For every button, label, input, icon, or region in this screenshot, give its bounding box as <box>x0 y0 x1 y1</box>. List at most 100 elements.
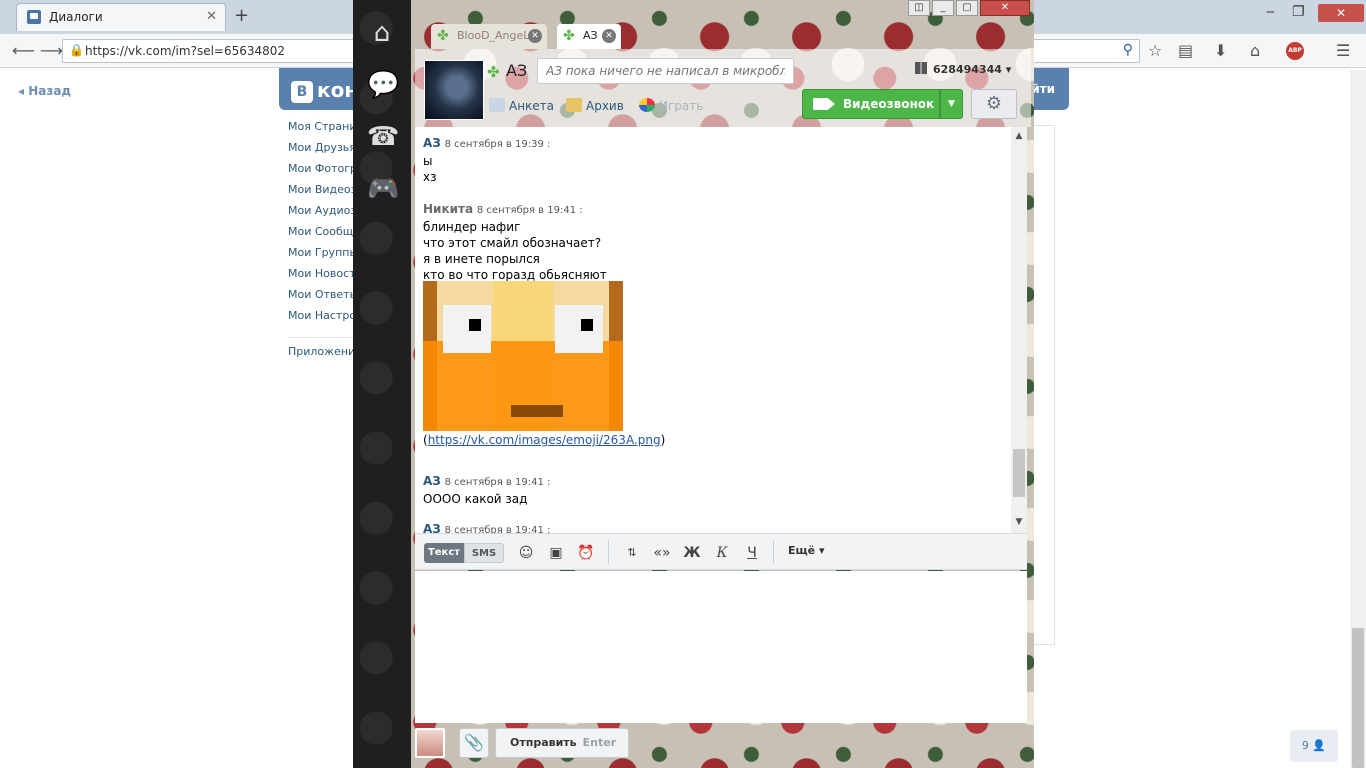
tv-sticker-icon[interactable]: ▣ <box>545 543 567 563</box>
compose-toolbar: Текст SMS ☺ ▣ ⏰ ⇅ «» Ж К Ч Ещё ▾ <box>415 533 1027 570</box>
page-scroll-thumb[interactable] <box>1352 628 1364 768</box>
message: АЗ 8 сентября в 19:41 : ОООО какой зад <box>423 473 550 507</box>
message-line: хз <box>423 170 437 184</box>
back-arrow-icon[interactable]: ⟵ <box>12 41 35 60</box>
more-dropdown-button[interactable]: Ещё ▾ <box>788 544 825 557</box>
close-icon[interactable]: ✕ <box>980 0 1030 16</box>
page-scrollbar[interactable] <box>1350 70 1366 768</box>
profile-link[interactable]: Анкета <box>489 98 554 113</box>
messenger-side-panel: ⌂ 💬 ☎ 🎮 <box>353 0 411 768</box>
message: АЗ 8 сентября в 19:41 : <box>423 521 550 533</box>
contact-name: АЗ <box>506 61 528 80</box>
message-line: блиндер нафиг <box>423 220 521 234</box>
message-author[interactable]: АЗ <box>423 136 441 150</box>
download-icon[interactable]: ⬇ <box>1214 41 1227 60</box>
send-button[interactable]: Отправить Enter <box>495 728 629 758</box>
tab-close-icon[interactable]: ✕ <box>528 29 542 43</box>
conversation-tab-az[interactable]: ✤ АЗ ✕ <box>557 24 621 49</box>
address-url[interactable]: https://vk.com/im?sel=65634802 <box>85 44 285 58</box>
minimize-icon[interactable]: _ <box>932 0 954 16</box>
message-time: 8 сентября в 19:41 : <box>444 477 551 488</box>
message-author[interactable]: АЗ <box>423 522 441 533</box>
videocall-dropdown-button[interactable]: ▼ <box>940 89 963 119</box>
browser-tab[interactable]: Диалоги ✕ <box>16 3 226 31</box>
settings-gear-button[interactable]: ⚙ <box>971 89 1017 119</box>
emoji-eye <box>555 305 603 353</box>
message-line: что этот смайл обозначает? <box>423 236 602 250</box>
message: АЗ 8 сентября в 19:39 : ы хз <box>423 135 550 185</box>
minimize-icon[interactable]: ‒ <box>1266 4 1275 20</box>
underline-button[interactable]: Ч <box>741 543 763 563</box>
vk-back-link[interactable]: ◂ Назад <box>18 84 71 98</box>
smiley-icon[interactable]: ☺ <box>515 543 537 563</box>
bookmark-star-icon[interactable]: ☆ <box>1148 41 1162 60</box>
camera-icon <box>813 98 835 110</box>
online-clover-icon: ✤ <box>487 63 500 81</box>
windows-icon <box>915 62 927 74</box>
new-tab-button[interactable]: + <box>234 5 249 26</box>
gamepad-icon[interactable]: 🎮 <box>367 174 399 204</box>
phone-icon[interactable]: ☎ <box>367 122 399 152</box>
bold-button[interactable]: Ж <box>681 543 703 563</box>
italic-button[interactable]: К <box>711 543 733 563</box>
translit-icon[interactable]: ⇅ <box>621 543 643 563</box>
alarm-clock-icon[interactable]: ⏰ <box>575 543 597 563</box>
message-log-scroll-thumb[interactable] <box>1013 449 1025 497</box>
conversation-tab-blood-angel[interactable]: ✤ BlooD_AngeL ✕ <box>431 24 547 49</box>
lock-icon: 🔒 <box>69 43 84 57</box>
own-avatar[interactable] <box>415 728 445 758</box>
reading-list-icon[interactable]: ▤ <box>1178 41 1193 60</box>
message-line: ы <box>423 154 433 168</box>
message-author[interactable]: АЗ <box>423 474 441 488</box>
mode-text-button[interactable]: Текст <box>424 543 464 563</box>
message-input[interactable] <box>415 571 1027 723</box>
vk-favicon-icon <box>27 10 41 24</box>
browser-tab-title: Диалоги <box>49 10 103 24</box>
quotes-button[interactable]: «» <box>651 543 673 563</box>
message-line: ОООО какой зад <box>423 492 528 506</box>
videocall-button[interactable]: Видеозвонок <box>802 89 940 119</box>
message-line: я в инете порылся <box>423 252 540 266</box>
home-star-icon[interactable]: ⌂ <box>367 18 397 48</box>
contact-uin[interactable]: 628494344 ▾ <box>915 62 1011 76</box>
mode-sms-button[interactable]: SMS <box>464 543 504 563</box>
forward-arrow-icon[interactable]: ⟶ <box>40 41 63 60</box>
message-author[interactable]: Никита <box>423 202 473 216</box>
emoji-url-link[interactable]: https://vk.com/images/emoji/263A.png <box>428 433 661 447</box>
restore-icon[interactable]: ❐ <box>1292 4 1305 20</box>
games-ball-icon <box>639 98 655 112</box>
search-icon[interactable]: ⚲ <box>1123 42 1133 58</box>
browser-tab-close-icon[interactable]: ✕ <box>206 9 217 24</box>
contact-avatar[interactable] <box>424 60 484 120</box>
microblog-status-field[interactable] <box>537 58 794 84</box>
scroll-down-icon[interactable]: ▼ <box>1011 517 1027 531</box>
vk-logo[interactable]: Вкон <box>291 78 358 103</box>
games-link[interactable]: Играть <box>639 98 703 113</box>
scroll-up-icon[interactable]: ▲ <box>1011 131 1027 145</box>
emoji-pupil <box>581 319 593 331</box>
home-icon[interactable]: ⌂ <box>1250 41 1260 60</box>
online-friends-badge[interactable]: 9 👤 <box>1290 730 1338 762</box>
browser-window-controls: ‒ ❐ ✕ <box>1260 2 1366 30</box>
tab-close-icon[interactable]: ✕ <box>602 29 616 43</box>
archive-link[interactable]: Архив <box>566 98 624 113</box>
vk-exit-link[interactable]: йти <box>1031 82 1055 96</box>
compact-view-icon[interactable]: ◫ <box>908 0 930 16</box>
adblock-icon[interactable]: ABP <box>1286 42 1304 60</box>
maximize-icon[interactable]: ▢ <box>956 0 978 16</box>
profile-card-icon <box>489 98 505 112</box>
toolbar-divider <box>608 540 609 564</box>
archive-icon <box>566 98 582 112</box>
message: Никита 8 сентября в 19:41 : блиндер нафи… <box>423 201 607 283</box>
smiley-emoji-image[interactable] <box>423 281 623 431</box>
emoji-pupil <box>469 319 481 331</box>
online-clover-icon: ✤ <box>563 28 575 44</box>
message-log-scrollbar[interactable]: ▲ ▼ <box>1011 127 1027 533</box>
attach-paperclip-button[interactable]: 📎 <box>459 728 489 758</box>
close-window-icon[interactable]: ✕ <box>1318 4 1364 22</box>
message-time: 8 сентября в 19:39 : <box>444 139 551 150</box>
menu-hamburger-icon[interactable]: ☰ <box>1336 41 1350 60</box>
chat-bubbles-icon[interactable]: 💬 <box>367 70 399 100</box>
emoji-url-line: (https://vk.com/images/emoji/263A.png) <box>423 433 666 447</box>
messenger-window-controls: ◫ _ ▢ ✕ <box>908 0 1034 18</box>
